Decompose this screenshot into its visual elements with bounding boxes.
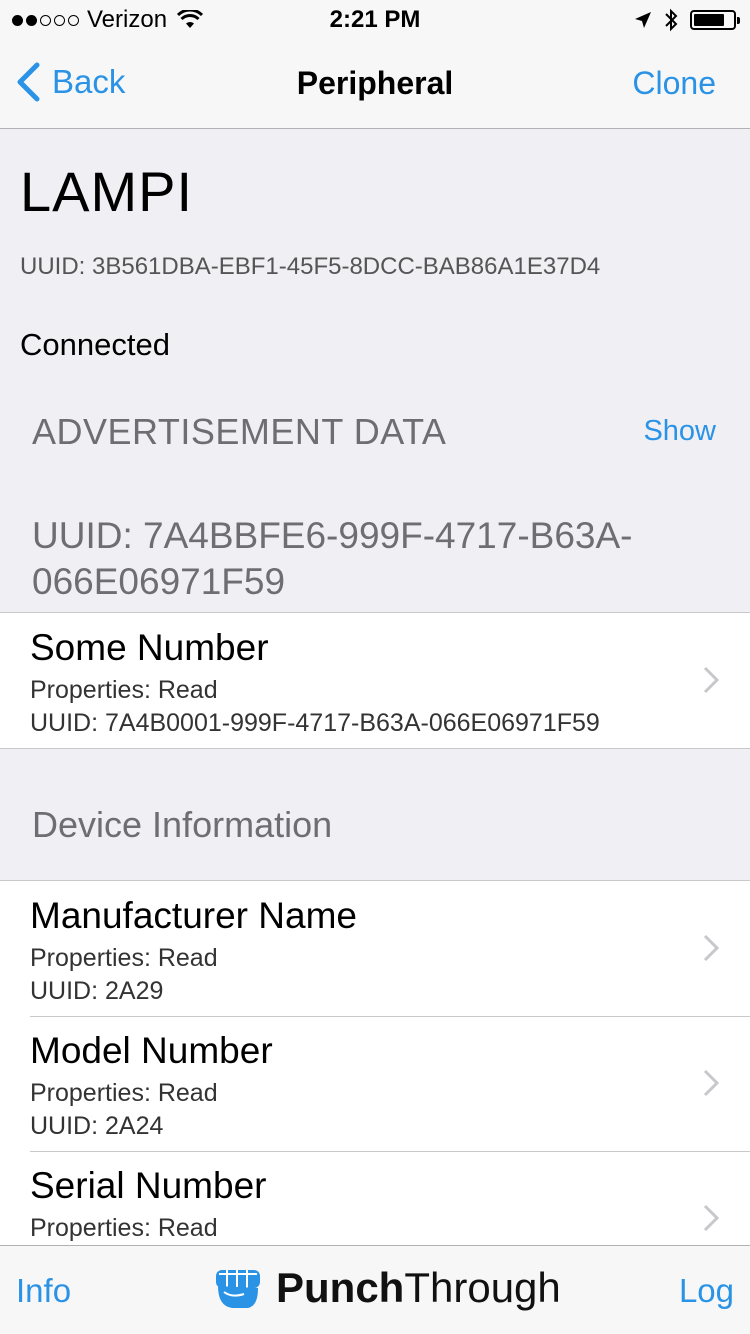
advertisement-data-label: ADVERTISEMENT DATA bbox=[32, 411, 447, 452]
bottom-toolbar: Info PunchThrough Log bbox=[0, 1245, 750, 1334]
chevron-right-icon bbox=[703, 1204, 720, 1232]
characteristic-row[interactable]: Model Number Properties: Read UUID: 2A24 bbox=[0, 1016, 750, 1151]
navigation-bar: Back Peripheral Clone bbox=[0, 40, 750, 129]
characteristic-properties: Properties: Read bbox=[30, 676, 218, 704]
characteristic-name: Model Number bbox=[30, 1030, 273, 1071]
characteristic-uuid: UUID: 2A29 bbox=[30, 977, 164, 1005]
device-uuid: UUID: 3B561DBA-EBF1-45F5-8DCC-BAB86A1E37… bbox=[20, 253, 601, 280]
device-information-list: Manufacturer Name Properties: Read UUID:… bbox=[0, 880, 750, 1286]
connection-status: Connected bbox=[20, 327, 170, 362]
characteristic-properties: Properties: Read bbox=[30, 1214, 218, 1242]
punchthrough-logo: PunchThrough bbox=[210, 1260, 561, 1316]
characteristic-row[interactable]: Some Number Properties: Read UUID: 7A4B0… bbox=[0, 613, 750, 748]
characteristic-properties: Properties: Read bbox=[30, 944, 218, 972]
service-characteristics-list: Some Number Properties: Read UUID: 7A4B0… bbox=[0, 612, 750, 749]
location-icon bbox=[635, 12, 651, 28]
characteristic-row[interactable]: Manufacturer Name Properties: Read UUID:… bbox=[0, 881, 750, 1016]
characteristic-name: Some Number bbox=[30, 627, 269, 668]
log-button[interactable]: Log bbox=[679, 1272, 734, 1310]
characteristic-properties: Properties: Read bbox=[30, 1079, 218, 1107]
info-button[interactable]: Info bbox=[16, 1272, 71, 1310]
characteristic-name: Manufacturer Name bbox=[30, 895, 357, 936]
logo-wordmark: PunchThrough bbox=[276, 1264, 561, 1311]
battery-icon bbox=[690, 10, 740, 30]
show-advertisement-button[interactable]: Show bbox=[643, 415, 716, 448]
chevron-right-icon bbox=[703, 1069, 720, 1097]
device-name: LAMPI bbox=[20, 160, 194, 223]
chevron-right-icon bbox=[703, 934, 720, 962]
service-uuid-header: UUID: 7A4BBFE6-999F-4717-B63A-066E06971F… bbox=[32, 515, 633, 602]
device-information-header: Device Information bbox=[32, 804, 333, 845]
bluetooth-icon bbox=[665, 8, 678, 32]
clone-button[interactable]: Clone bbox=[632, 65, 716, 102]
status-bar: Verizon 2:21 PM bbox=[0, 0, 750, 40]
characteristic-uuid: UUID: 2A24 bbox=[30, 1112, 164, 1140]
characteristic-uuid: UUID: 7A4B0001-999F-4717-B63A-066E06971F… bbox=[30, 709, 600, 737]
chevron-right-icon bbox=[703, 666, 720, 694]
characteristic-name: Serial Number bbox=[30, 1165, 267, 1206]
fist-icon bbox=[216, 1270, 260, 1308]
